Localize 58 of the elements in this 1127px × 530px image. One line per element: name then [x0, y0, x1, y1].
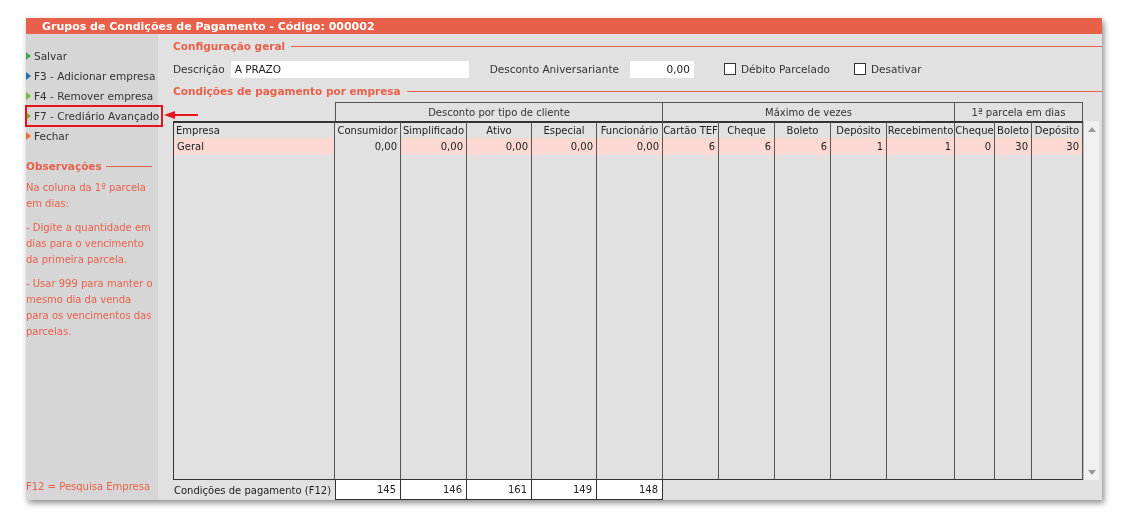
- checkbox[interactable]: [723, 63, 736, 75]
- column-header: Depósito: [831, 121, 887, 138]
- table-cell: 0,00: [401, 138, 467, 155]
- column-header: Funcionário: [597, 121, 663, 138]
- table-cell: 6: [663, 138, 719, 155]
- table-cell: 1: [887, 138, 955, 155]
- total-cell: 148: [597, 480, 663, 500]
- column-header: Cheque: [955, 121, 995, 138]
- scrollbar[interactable]: [1083, 121, 1099, 480]
- column-header: Cheque: [719, 121, 775, 138]
- table-cell: 6: [775, 138, 831, 155]
- table-cell: 0: [955, 138, 995, 155]
- column-header: Ativo: [467, 121, 532, 138]
- total-cell: 146: [401, 480, 467, 500]
- description-field[interactable]: A PRAZO: [230, 60, 469, 78]
- scroll-up-icon[interactable]: [1087, 126, 1096, 132]
- scroll-down-icon[interactable]: [1087, 470, 1096, 476]
- section-title: Configuração geral: [173, 40, 286, 52]
- sidebar-action[interactable]: F4 - Remover empresa: [26, 86, 162, 106]
- description-label: Descrição: [173, 63, 225, 75]
- sidebar-action[interactable]: Fechar: [26, 126, 162, 146]
- column-header: Especial: [532, 121, 597, 138]
- note-text: - Usar 999 para manter o mesmo dia da venda para os vencimentos das parcelas.: [26, 277, 154, 339]
- note-text: Na coluna da 1º parcela em dias:: [26, 181, 147, 211]
- table-cell: 0,00: [467, 138, 532, 155]
- note-text: - Digite a quantidade em dias para o vencimento da primeira parcela.: [26, 221, 152, 267]
- column-header: Boleto: [995, 121, 1032, 138]
- column-header: Recebimento: [887, 121, 955, 138]
- column-header: Empresa: [173, 121, 335, 138]
- discount-label: Desconto Aniversariante: [489, 63, 619, 75]
- notes-title: Observações: [26, 160, 102, 172]
- total-cell: 161: [467, 480, 532, 500]
- checkbox-label: Desativar: [871, 63, 922, 75]
- total-cell: 145: [335, 480, 401, 500]
- sidebar-action[interactable]: F3 - Adicionar empresa: [26, 66, 162, 86]
- table-cell: 30: [1032, 138, 1083, 155]
- discount-field[interactable]: 0,00: [629, 60, 694, 78]
- table-cell: 30: [995, 138, 1032, 155]
- footer-label: Condições de pagamento (F12): [173, 483, 333, 498]
- table-cell: 0,00: [597, 138, 663, 155]
- total-cell: 149: [532, 480, 597, 500]
- table-cell: 0,00: [532, 138, 597, 155]
- checkbox-label: Débito Parcelado: [740, 63, 830, 75]
- section-title: Condições de pagamento por empresa: [173, 85, 401, 97]
- arrow-icon: [164, 110, 198, 120]
- window-title: Grupos de Condições de Pagamento - Código: 000002: [26, 18, 1102, 34]
- checkbox[interactable]: [854, 63, 866, 75]
- table-cell: Geral: [173, 138, 335, 155]
- table-cell: 1: [831, 138, 887, 155]
- shortcut-hint: F12 = Pesquisa Empresa: [26, 481, 152, 492]
- sidebar-action[interactable]: Salvar: [26, 46, 162, 66]
- table-cell: 6: [719, 138, 775, 155]
- column-header: Consumidor: [335, 121, 401, 138]
- sidebar-action[interactable]: F7 - Crediário Avançado: [26, 106, 162, 126]
- column-header: Simplificado: [401, 121, 467, 138]
- column-header: Cartão TEF: [663, 121, 719, 138]
- column-header: Depósito: [1032, 121, 1083, 138]
- column-header: Boleto: [775, 121, 831, 138]
